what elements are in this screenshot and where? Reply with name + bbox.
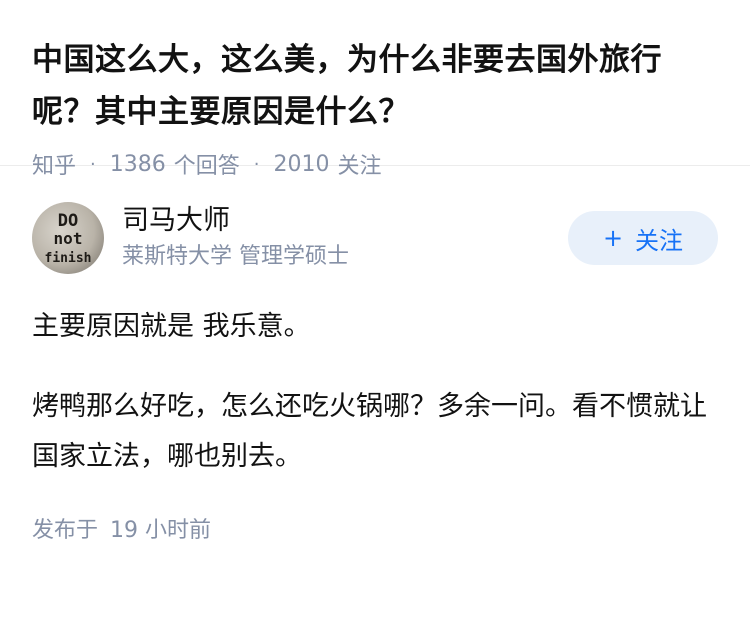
answer-count-label[interactable]: 个回答 [174, 148, 240, 180]
author-info: 司马大师 莱斯特大学 管理学硕士 [122, 203, 568, 273]
answer-count: 1386 [109, 151, 166, 177]
meta-separator: · [90, 153, 96, 175]
published-label: 发布于 [32, 518, 99, 543]
answer-card: DO not finish 司马大师 莱斯特大学 管理学硕士 + 关注 主要原因… [0, 200, 750, 544]
question-header: 中国这么大，这么美，为什么非要去国外旅行呢？其中主要原因是什么？ 知乎 · 13… [0, 0, 750, 179]
author-name[interactable]: 司马大师 [122, 203, 568, 239]
author-row: DO not finish 司马大师 莱斯特大学 管理学硕士 + 关注 [32, 200, 718, 276]
follow-count: 2010 [273, 151, 330, 177]
answer-footer: 发布于 19 小时前 [32, 512, 718, 544]
answer-paragraph: 主要原因就是 我乐意。 [32, 311, 311, 342]
answer-paragraph: 烤鸭那么好吃，怎么还吃火锅哪？多余一问。看不惯就让国家立法，哪也别去。 [32, 391, 707, 472]
answer-body[interactable]: 主要原因就是 我乐意。 烤鸭那么好吃，怎么还吃火锅哪？多余一问。看不惯就让国家立… [32, 302, 718, 482]
follow-button[interactable]: + 关注 [568, 211, 718, 265]
avatar[interactable]: DO not finish [32, 202, 104, 274]
plus-icon: + [602, 224, 624, 252]
author-headline: 莱斯特大学 管理学硕士 [122, 244, 349, 269]
question-title[interactable]: 中国这么大，这么美，为什么非要去国外旅行呢？其中主要原因是什么？ [32, 34, 718, 138]
question-meta: 知乎 · 1386 个回答 · 2010 关注 [32, 148, 718, 180]
avatar-text-line: DO [58, 211, 78, 231]
meta-separator: · [253, 153, 260, 175]
avatar-image: DO not finish [45, 211, 92, 266]
source-label[interactable]: 知乎 [32, 148, 76, 180]
published-time: 19 小时前 [110, 518, 212, 543]
avatar-text-line: not [54, 229, 83, 248]
follow-count-label: 关注 [337, 154, 382, 179]
follow-button-label: 关注 [635, 226, 684, 255]
avatar-text-line: finish [45, 251, 92, 266]
